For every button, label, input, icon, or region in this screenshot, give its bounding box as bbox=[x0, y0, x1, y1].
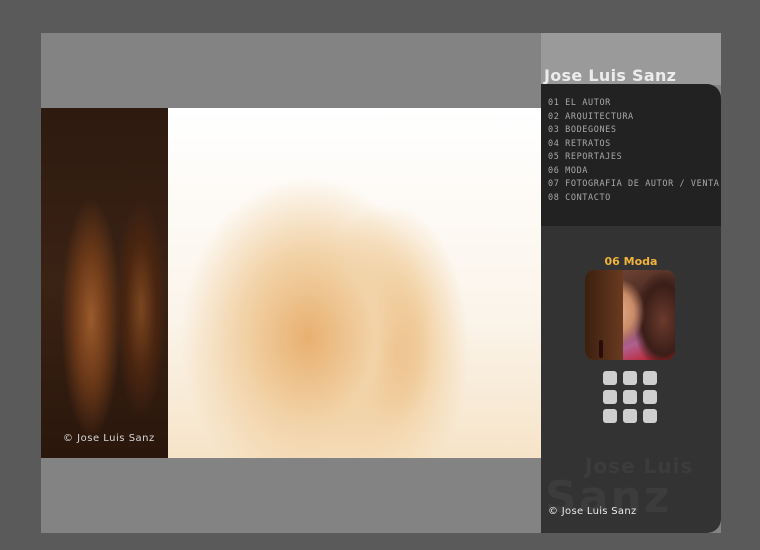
photo-right-panel bbox=[168, 108, 541, 458]
sidebar-section-panel: 06 Moda Jose Luis Sanz © Jose Luis Sanz bbox=[541, 226, 721, 533]
menu-item-arquitectura[interactable]: 02 ARQUITECTURA bbox=[548, 111, 720, 125]
grid-icon[interactable] bbox=[603, 371, 659, 423]
main-photo: © Jose Luis Sanz bbox=[41, 108, 541, 458]
thumbnail-hair bbox=[585, 270, 623, 360]
grid-cell bbox=[623, 371, 637, 385]
menu-item-retratos[interactable]: 04 RETRATOS bbox=[548, 138, 720, 152]
grid-cell bbox=[623, 409, 637, 423]
section-thumbnail[interactable] bbox=[585, 270, 675, 360]
menu-item-moda[interactable]: 06 MODA bbox=[548, 165, 720, 179]
grid-cell bbox=[643, 409, 657, 423]
grid-cell bbox=[603, 390, 617, 404]
grid-cell bbox=[643, 390, 657, 404]
menu-item-fotografia-autor[interactable]: 07 FOTOGRAFIA DE AUTOR / VENTA bbox=[548, 178, 720, 192]
main-menu: 01 EL AUTOR 02 ARQUITECTURA 03 BODEGONES… bbox=[541, 84, 721, 226]
menu-item-reportajes[interactable]: 05 REPORTAJES bbox=[548, 151, 720, 165]
menu-item-bodegones[interactable]: 03 BODEGONES bbox=[548, 124, 720, 138]
menu-item-contacto[interactable]: 08 CONTACTO bbox=[548, 192, 720, 206]
grid-cell bbox=[623, 390, 637, 404]
grid-cell bbox=[603, 371, 617, 385]
photo-copyright: © Jose Luis Sanz bbox=[63, 433, 155, 444]
site-title[interactable]: Jose Luis Sanz bbox=[544, 66, 676, 85]
grid-cell bbox=[603, 409, 617, 423]
footer-copyright: © Jose Luis Sanz bbox=[548, 506, 637, 517]
menu-list: 01 EL AUTOR 02 ARQUITECTURA 03 BODEGONES… bbox=[548, 97, 720, 205]
section-title: 06 Moda bbox=[604, 255, 658, 268]
thumbnail-necklace bbox=[599, 340, 603, 358]
menu-item-el-autor[interactable]: 01 EL AUTOR bbox=[548, 97, 720, 111]
grid-cell bbox=[643, 371, 657, 385]
photo-left-panel bbox=[41, 108, 168, 458]
